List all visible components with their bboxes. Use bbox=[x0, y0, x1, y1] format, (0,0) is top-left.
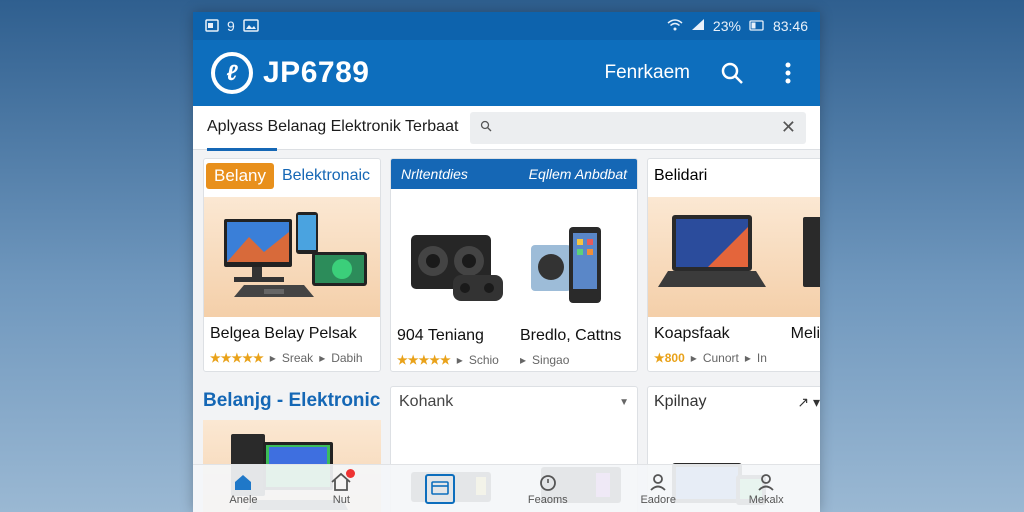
search-small-icon bbox=[480, 119, 492, 137]
wifi-icon bbox=[667, 18, 683, 34]
status-left-text: 9 bbox=[227, 18, 235, 34]
nav-item-profile[interactable]: Mekalx bbox=[749, 472, 784, 506]
rating-stars: ★800 bbox=[654, 351, 685, 365]
product-meta-b: In bbox=[756, 351, 767, 365]
nav-item-home[interactable]: Anele bbox=[229, 472, 258, 506]
signal-icon bbox=[691, 18, 705, 34]
brand-logo-icon[interactable]: ℓ bbox=[211, 52, 253, 94]
nav-label: Feaoms bbox=[527, 493, 568, 506]
battery-percent: 23% bbox=[712, 18, 741, 34]
product-grid: Belany Belektronaic Belgea Belay Pelsak … bbox=[193, 158, 820, 512]
card-header-label: Belidari bbox=[654, 167, 708, 184]
product-meta: Singao bbox=[532, 353, 570, 367]
product-card-3[interactable]: Belidari Koapsfaak Meli ★800 ▸ Cunort ▸ … bbox=[647, 158, 820, 372]
category-badge: Belany bbox=[206, 163, 274, 189]
app-bar-action-link[interactable]: Fenrkaem bbox=[604, 62, 690, 84]
product-card-1[interactable]: Belany Belektronaic Belgea Belay Pelsak … bbox=[203, 158, 381, 372]
product-title: Belgea Belay Pelsak bbox=[210, 325, 357, 342]
play-icon: ▸ bbox=[269, 351, 276, 365]
card-header-label: Belanjg - Elektronic bbox=[203, 390, 381, 411]
card-icon bbox=[425, 473, 456, 504]
card-header-bar: Nrltentdies Eqllem Anbdbat bbox=[391, 159, 637, 189]
product-title: 904 Teniang bbox=[397, 327, 484, 344]
nav-label: Anele bbox=[229, 493, 258, 506]
product-meta-b: Dabih bbox=[331, 351, 363, 365]
play-icon: ▸ bbox=[319, 351, 326, 365]
search-box[interactable]: ✕ bbox=[470, 111, 806, 144]
product-meta-a: Cunort bbox=[702, 351, 739, 365]
home-icon bbox=[235, 474, 252, 490]
edit-arrow-icon[interactable]: ↗ ▾ bbox=[797, 394, 820, 411]
phone-screen: 9 23% 83:46 ℓ JP6789 Fenrkaem Aplyass Be… bbox=[193, 12, 820, 512]
product-image-electronics-set bbox=[204, 197, 380, 317]
nav-label: Eadore bbox=[640, 493, 676, 506]
app-bar: ℓ JP6789 Fenrkaem bbox=[193, 40, 820, 106]
card-header-label: Kpilnay bbox=[654, 393, 707, 410]
nav-item-eadore[interactable]: Eadore bbox=[640, 472, 676, 506]
product-title-secondary: Meli bbox=[790, 325, 820, 342]
more-vert-icon[interactable] bbox=[774, 59, 802, 87]
notification-dot bbox=[346, 468, 356, 478]
clock-time: 83:46 bbox=[772, 18, 808, 34]
product-meta-a: Sreak bbox=[281, 351, 314, 365]
search-tab-title[interactable]: Aplyass Belanag Elektronik Terbaat bbox=[207, 118, 458, 151]
nav-label: Mekalx bbox=[748, 493, 784, 506]
product-image-audio-cameras bbox=[391, 199, 637, 319]
bottom-nav: Anele Nut Feaoms Eadore Mekalx bbox=[193, 464, 820, 512]
product-meta: Schio bbox=[468, 353, 499, 367]
card-header-label: Belektronaic bbox=[281, 167, 371, 184]
product-title: Bredlo, Cattns bbox=[520, 327, 622, 344]
play-icon: ▸ bbox=[690, 351, 697, 365]
gallery-icon bbox=[243, 18, 259, 34]
close-icon[interactable]: ✕ bbox=[781, 117, 796, 138]
search-input[interactable] bbox=[500, 119, 781, 136]
profile-icon bbox=[761, 473, 772, 484]
user-icon bbox=[653, 473, 664, 484]
play-icon: ▸ bbox=[744, 351, 751, 365]
product-image-laptop bbox=[648, 197, 820, 317]
rating-stars: ★★★★★ bbox=[397, 353, 451, 367]
product-title: Koapsfaak bbox=[654, 325, 730, 342]
status-bar: 9 23% 83:46 bbox=[193, 12, 820, 40]
play-icon: ▸ bbox=[456, 353, 463, 367]
rating-stars: ★★★★★ bbox=[210, 351, 264, 365]
notification-icon bbox=[205, 18, 219, 34]
play-icon: ▸ bbox=[520, 353, 527, 367]
product-card-2[interactable]: Nrltentdies Eqllem Anbdbat 904 Teniang ★… bbox=[390, 158, 638, 372]
card-header-left: Nrltentdies bbox=[401, 166, 468, 182]
search-icon[interactable] bbox=[718, 59, 746, 87]
search-strip: Aplyass Belanag Elektronik Terbaat ✕ bbox=[193, 106, 820, 151]
nav-label: Nut bbox=[332, 493, 350, 506]
nav-item-feeds[interactable]: Feaoms bbox=[528, 472, 568, 506]
card-header-right: Eqllem Anbdbat bbox=[528, 166, 627, 182]
brand-name: JP6789 bbox=[263, 56, 370, 89]
chevron-down-icon[interactable]: ▼ bbox=[619, 397, 629, 408]
nav-item-card[interactable] bbox=[425, 473, 456, 504]
battery-icon bbox=[749, 18, 765, 34]
nav-item-house[interactable]: Nut bbox=[330, 468, 356, 506]
card-header-label: Kohank bbox=[399, 393, 454, 410]
